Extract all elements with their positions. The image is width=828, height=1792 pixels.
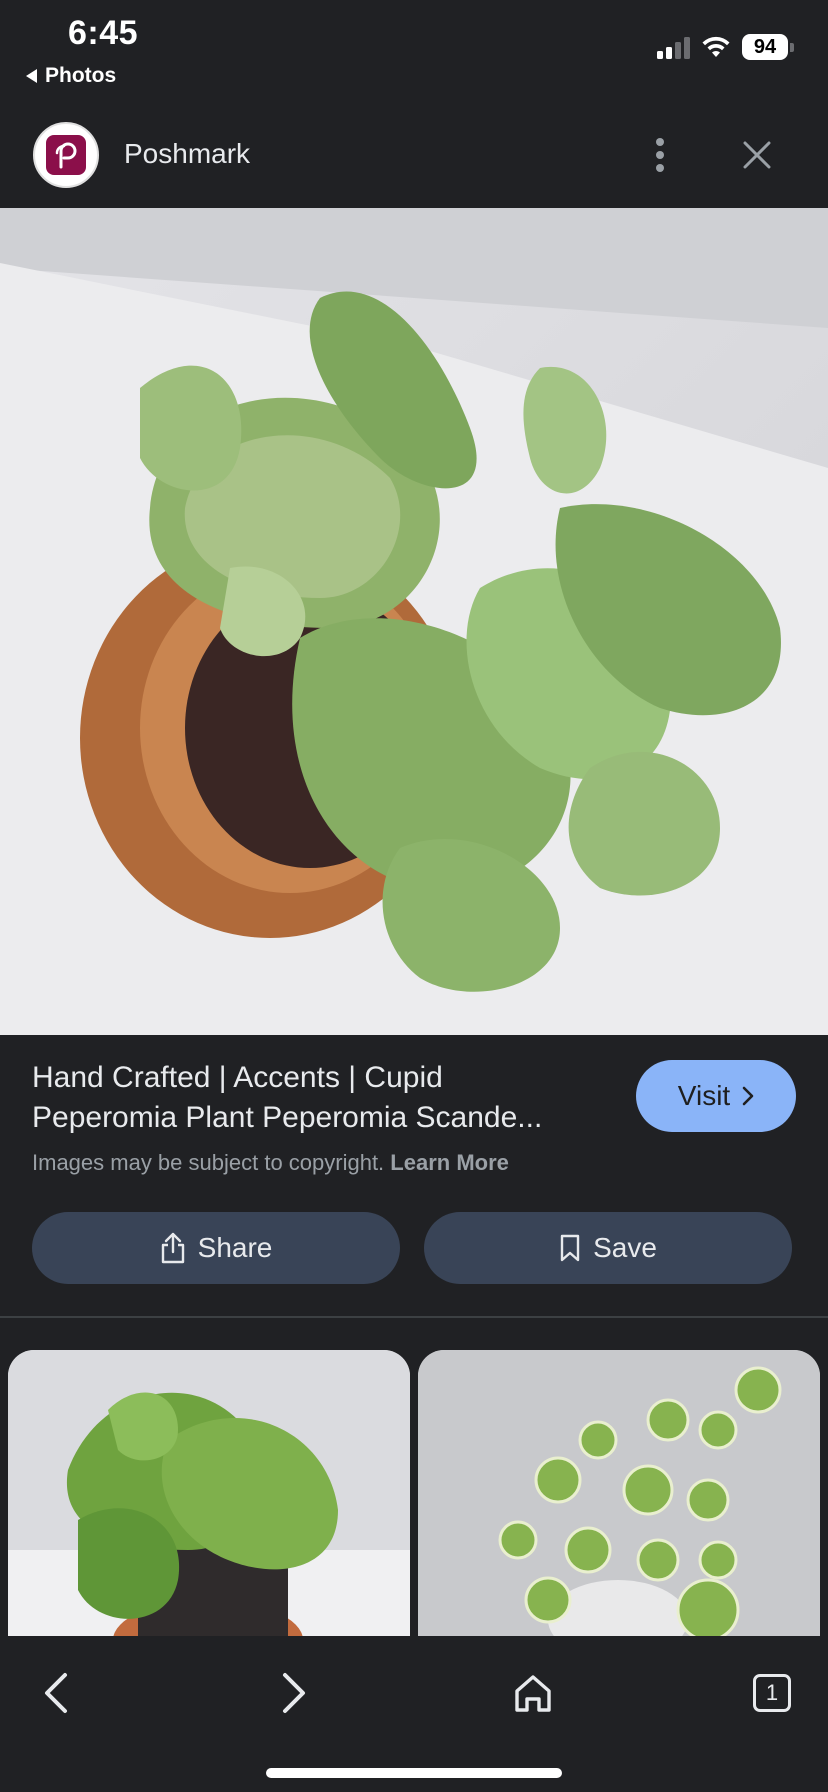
result-title-line-2: Peperomia Plant Peperomia Scande... bbox=[32, 1101, 543, 1134]
poshmark-logo[interactable] bbox=[33, 122, 99, 188]
chevron-right-icon bbox=[742, 1086, 754, 1106]
status-time: 6:45 bbox=[68, 14, 139, 52]
browser-bottom-nav: 1 bbox=[0, 1636, 828, 1792]
learn-more-link[interactable]: Learn More bbox=[390, 1150, 509, 1175]
battery-level: 94 bbox=[742, 34, 788, 60]
result-title-line-1: Hand Crafted | Accents | Cupid bbox=[32, 1061, 443, 1094]
back-app-label: Photos bbox=[45, 64, 117, 87]
result-title[interactable]: Hand Crafted | Accents | Cupid Peperomia… bbox=[32, 1058, 612, 1138]
visit-label: Visit bbox=[677, 1080, 731, 1111]
back-to-photos-link[interactable]: Photos bbox=[26, 64, 116, 88]
home-indicator[interactable] bbox=[266, 1768, 562, 1778]
related-image-thumbnail[interactable] bbox=[418, 1350, 820, 1636]
site-name[interactable]: Poshmark bbox=[124, 138, 250, 170]
home-button[interactable] bbox=[498, 1658, 568, 1728]
tabs-button[interactable]: 1 bbox=[737, 1658, 807, 1728]
close-button[interactable] bbox=[734, 132, 780, 178]
back-triangle-icon bbox=[26, 69, 37, 83]
related-plant-photo bbox=[8, 1350, 410, 1636]
forward-button[interactable] bbox=[260, 1658, 330, 1728]
status-bar: 6:45 Photos 94 bbox=[0, 0, 828, 96]
back-button[interactable] bbox=[20, 1658, 90, 1728]
related-image-thumbnail[interactable] bbox=[8, 1350, 410, 1636]
hero-product-image[interactable] bbox=[0, 208, 828, 1035]
save-button[interactable]: Save bbox=[424, 1212, 792, 1284]
system-icons: 94 bbox=[657, 34, 794, 60]
share-icon bbox=[161, 1232, 184, 1264]
more-options-button[interactable] bbox=[640, 132, 680, 178]
site-header: Poshmark bbox=[0, 96, 828, 208]
chevron-left-icon bbox=[45, 1673, 67, 1713]
visit-button[interactable]: Visit bbox=[636, 1060, 796, 1132]
copyright-notice: Images may be subject to copyright. Lear… bbox=[32, 1150, 509, 1176]
battery-indicator: 94 bbox=[742, 34, 794, 60]
plant-photo bbox=[0, 208, 828, 1035]
related-plant-photo bbox=[418, 1350, 820, 1636]
wifi-icon bbox=[702, 36, 730, 57]
tab-count: 1 bbox=[765, 1680, 779, 1705]
share-button[interactable]: Share bbox=[32, 1212, 400, 1284]
section-divider bbox=[0, 1316, 828, 1318]
home-icon bbox=[515, 1675, 551, 1712]
save-label: Save bbox=[593, 1232, 657, 1263]
copyright-text: Images may be subject to copyright. bbox=[32, 1150, 385, 1175]
more-vert-icon bbox=[656, 138, 664, 172]
chevron-right-icon bbox=[283, 1673, 305, 1713]
share-label: Share bbox=[197, 1232, 273, 1263]
bookmark-icon bbox=[560, 1234, 580, 1262]
tabs-icon: 1 bbox=[753, 1674, 791, 1712]
cellular-signal-icon bbox=[657, 35, 690, 59]
close-icon bbox=[743, 141, 771, 169]
poshmark-p-icon bbox=[55, 142, 77, 169]
